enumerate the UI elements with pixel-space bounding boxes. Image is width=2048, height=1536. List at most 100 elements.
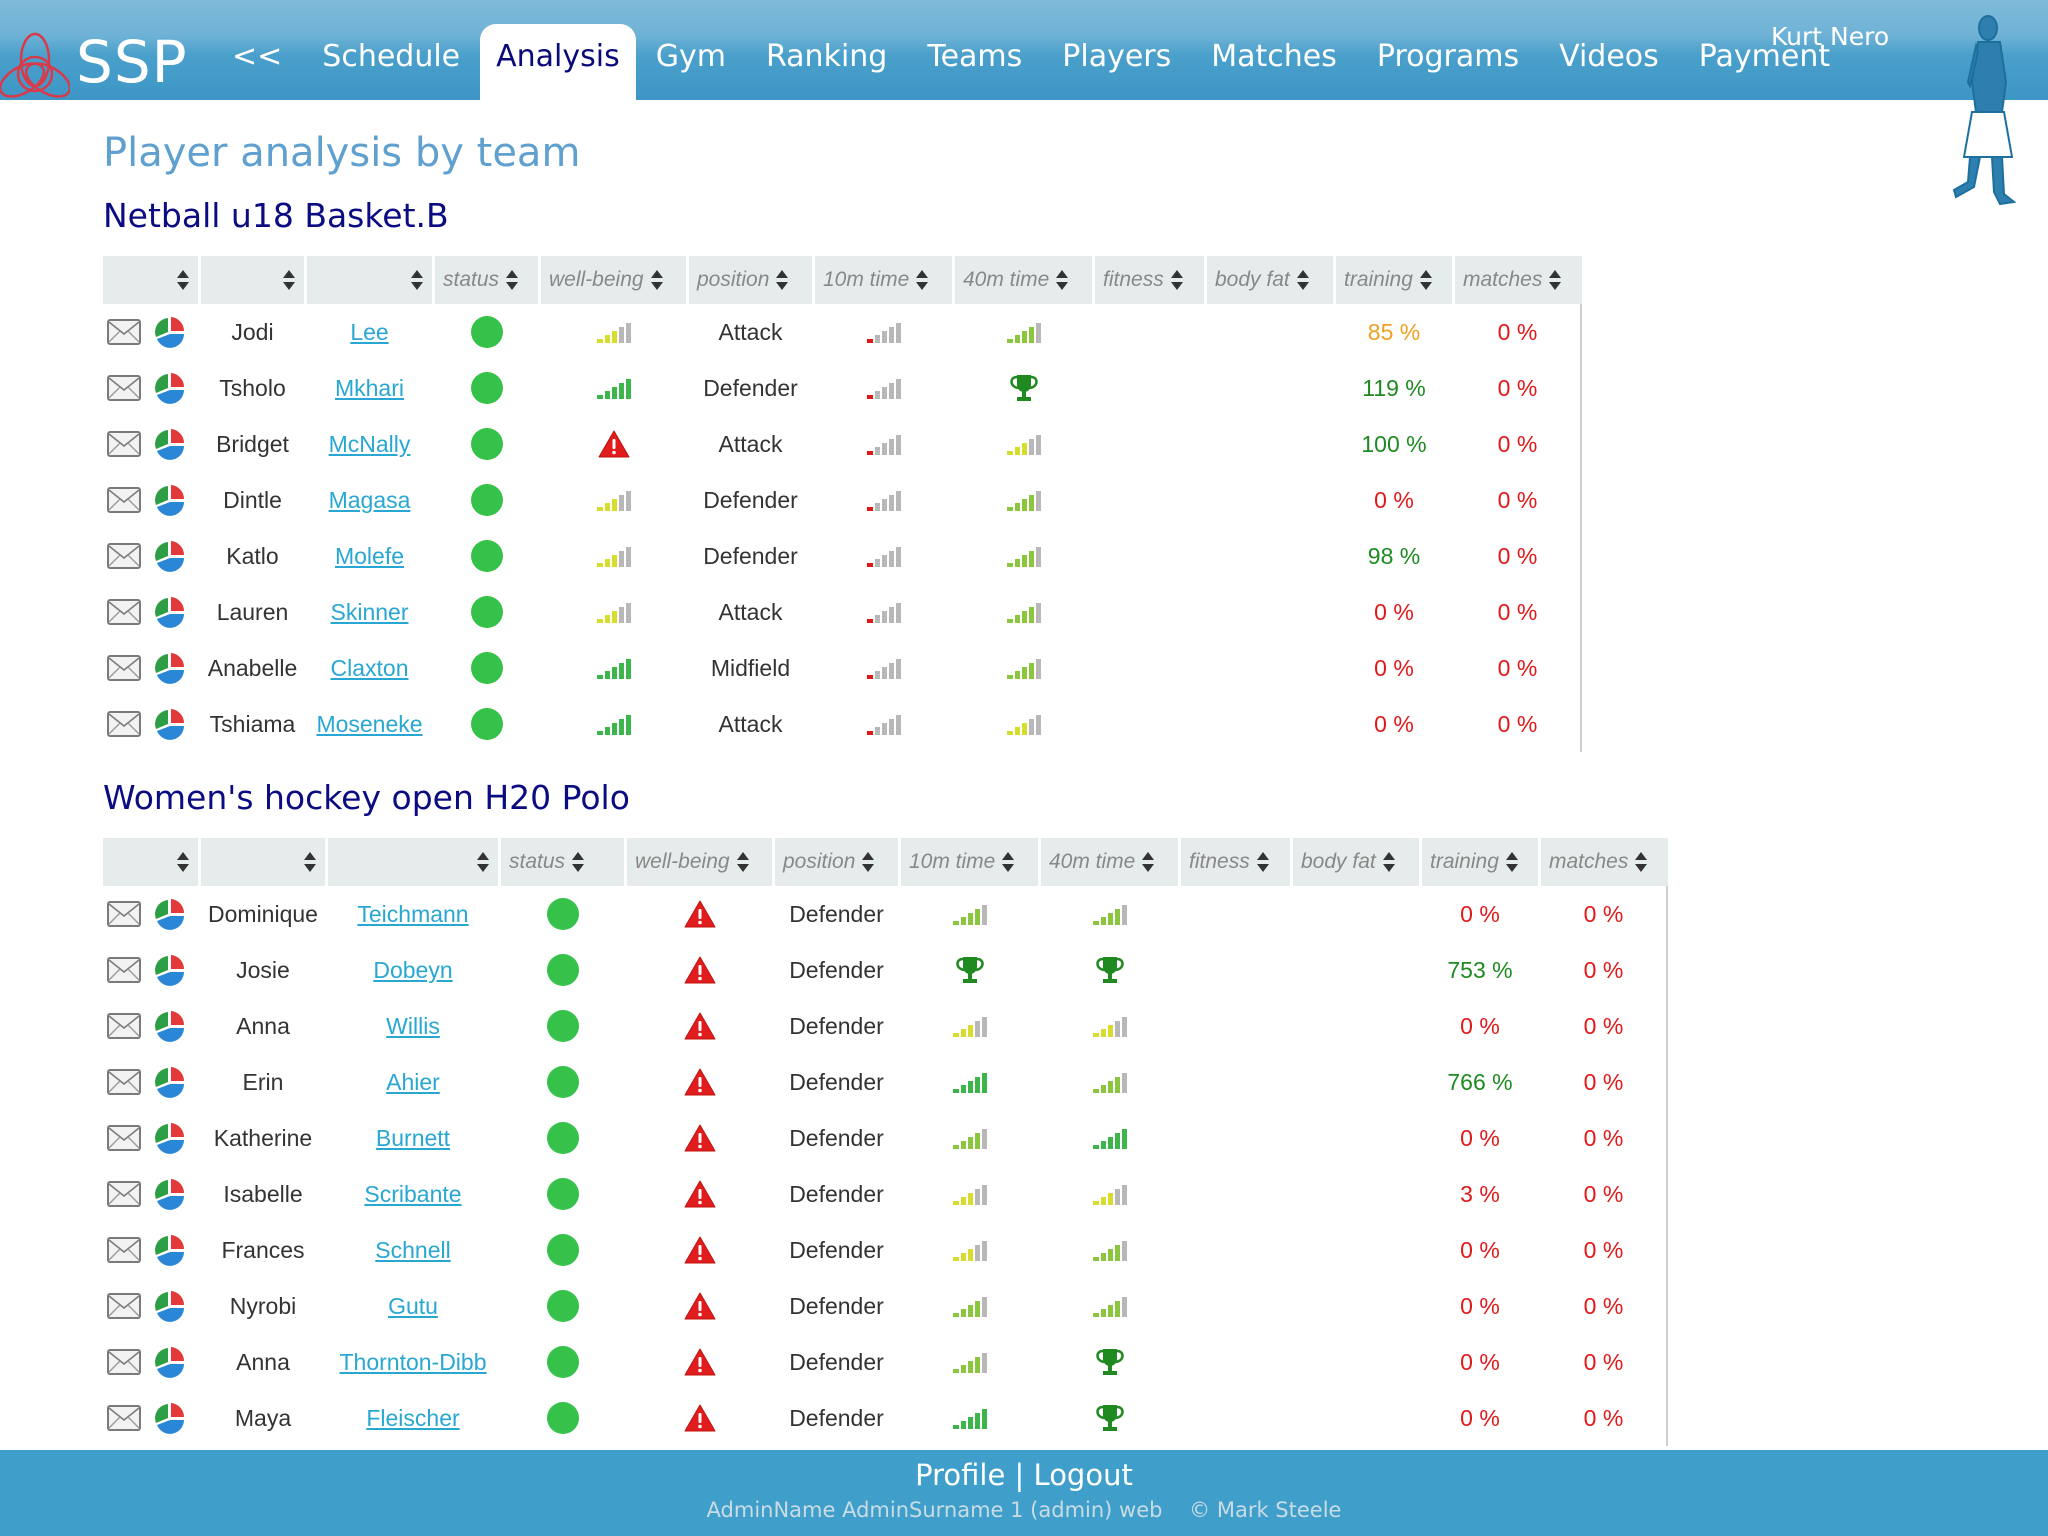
user-name[interactable]: Kurt Nero: [1771, 22, 1889, 51]
nav-teams[interactable]: Teams: [907, 24, 1042, 100]
player-link[interactable]: Skinner: [331, 599, 409, 625]
analysis-chart-icon[interactable]: [153, 1177, 187, 1211]
sort-icon[interactable]: [1382, 851, 1396, 873]
sort-icon[interactable]: [282, 269, 296, 291]
column-header[interactable]: position: [775, 838, 898, 886]
analysis-chart-icon[interactable]: [153, 1065, 187, 1099]
analysis-chart-icon[interactable]: [153, 707, 187, 741]
column-header[interactable]: 40m time: [955, 256, 1092, 304]
column-header[interactable]: body fat: [1207, 256, 1333, 304]
column-header[interactable]: [103, 256, 198, 304]
column-header[interactable]: [201, 838, 325, 886]
sort-icon[interactable]: [915, 269, 929, 291]
analysis-chart-icon[interactable]: [153, 1009, 187, 1043]
mail-icon[interactable]: [107, 1069, 141, 1095]
sort-icon[interactable]: [176, 851, 190, 873]
sort-icon[interactable]: [410, 269, 424, 291]
analysis-chart-icon[interactable]: [153, 651, 187, 685]
mail-icon[interactable]: [107, 957, 141, 983]
mail-icon[interactable]: [107, 1125, 141, 1151]
nav-programs[interactable]: Programs: [1357, 24, 1539, 100]
sort-icon[interactable]: [303, 851, 317, 873]
column-header[interactable]: 10m time: [815, 256, 952, 304]
mail-icon[interactable]: [107, 1349, 141, 1375]
sort-icon[interactable]: [476, 851, 490, 873]
sort-icon[interactable]: [1256, 851, 1270, 873]
column-header[interactable]: training: [1422, 838, 1538, 886]
logo[interactable]: SSP: [0, 22, 188, 102]
nav-videos[interactable]: Videos: [1539, 24, 1679, 100]
mail-icon[interactable]: [107, 1013, 141, 1039]
player-link[interactable]: Thornton-Dibb: [339, 1349, 486, 1375]
sort-icon[interactable]: [861, 851, 875, 873]
sort-icon[interactable]: [1055, 269, 1069, 291]
column-header[interactable]: body fat: [1293, 838, 1419, 886]
mail-icon[interactable]: [107, 319, 141, 345]
sort-icon[interactable]: [176, 269, 190, 291]
column-header[interactable]: matches: [1541, 838, 1668, 886]
analysis-chart-icon[interactable]: [153, 595, 187, 629]
column-header[interactable]: [103, 838, 198, 886]
player-link[interactable]: McNally: [329, 431, 411, 457]
player-link[interactable]: Molefe: [335, 543, 404, 569]
player-link[interactable]: Schnell: [375, 1237, 450, 1263]
analysis-chart-icon[interactable]: [153, 1401, 187, 1435]
sort-icon[interactable]: [1141, 851, 1155, 873]
analysis-chart-icon[interactable]: [153, 1345, 187, 1379]
mail-icon[interactable]: [107, 1405, 141, 1431]
mail-icon[interactable]: [107, 375, 141, 401]
column-header[interactable]: well-being: [627, 838, 772, 886]
nav-gym[interactable]: Gym: [636, 24, 746, 100]
analysis-chart-icon[interactable]: [153, 1233, 187, 1267]
mail-icon[interactable]: [107, 711, 141, 737]
column-header[interactable]: [201, 256, 304, 304]
analysis-chart-icon[interactable]: [153, 371, 187, 405]
player-link[interactable]: Magasa: [329, 487, 411, 513]
column-header[interactable]: [307, 256, 432, 304]
analysis-chart-icon[interactable]: [153, 315, 187, 349]
profile-link[interactable]: Profile: [915, 1458, 1005, 1492]
analysis-chart-icon[interactable]: [153, 953, 187, 987]
analysis-chart-icon[interactable]: [153, 897, 187, 931]
player-link[interactable]: Teichmann: [357, 901, 468, 927]
analysis-chart-icon[interactable]: [153, 427, 187, 461]
player-link[interactable]: Mkhari: [335, 375, 404, 401]
column-header[interactable]: status: [501, 838, 624, 886]
nav-schedule[interactable]: Schedule: [302, 24, 480, 100]
mail-icon[interactable]: [107, 1237, 141, 1263]
sort-icon[interactable]: [650, 269, 664, 291]
sort-icon[interactable]: [1419, 269, 1433, 291]
mail-icon[interactable]: [107, 543, 141, 569]
player-link[interactable]: Lee: [350, 319, 388, 345]
column-header[interactable]: training: [1336, 256, 1452, 304]
sort-icon[interactable]: [505, 269, 519, 291]
mail-icon[interactable]: [107, 599, 141, 625]
column-header[interactable]: matches: [1455, 256, 1582, 304]
player-link[interactable]: Willis: [386, 1013, 440, 1039]
column-header[interactable]: 40m time: [1041, 838, 1178, 886]
player-link[interactable]: Dobeyn: [373, 957, 452, 983]
nav-players[interactable]: Players: [1042, 24, 1191, 100]
analysis-chart-icon[interactable]: [153, 1121, 187, 1155]
analysis-chart-icon[interactable]: [153, 483, 187, 517]
column-header[interactable]: fitness: [1181, 838, 1290, 886]
analysis-chart-icon[interactable]: [153, 539, 187, 573]
player-link[interactable]: Burnett: [376, 1125, 450, 1151]
nav-analysis[interactable]: Analysis: [480, 24, 636, 100]
logout-link[interactable]: Logout: [1034, 1458, 1133, 1492]
analysis-chart-icon[interactable]: [153, 1289, 187, 1323]
mail-icon[interactable]: [107, 1293, 141, 1319]
player-link[interactable]: Ahier: [386, 1069, 440, 1095]
column-header[interactable]: fitness: [1095, 256, 1204, 304]
column-header[interactable]: position: [689, 256, 812, 304]
nav-matches[interactable]: Matches: [1191, 24, 1357, 100]
sort-icon[interactable]: [736, 851, 750, 873]
player-link[interactable]: Gutu: [388, 1293, 438, 1319]
nav-ranking[interactable]: Ranking: [746, 24, 907, 100]
player-link[interactable]: Scribante: [364, 1181, 461, 1207]
player-link[interactable]: Fleischer: [366, 1405, 459, 1431]
mail-icon[interactable]: [107, 901, 141, 927]
column-header[interactable]: [328, 838, 498, 886]
sort-icon[interactable]: [775, 269, 789, 291]
column-header[interactable]: status: [435, 256, 538, 304]
